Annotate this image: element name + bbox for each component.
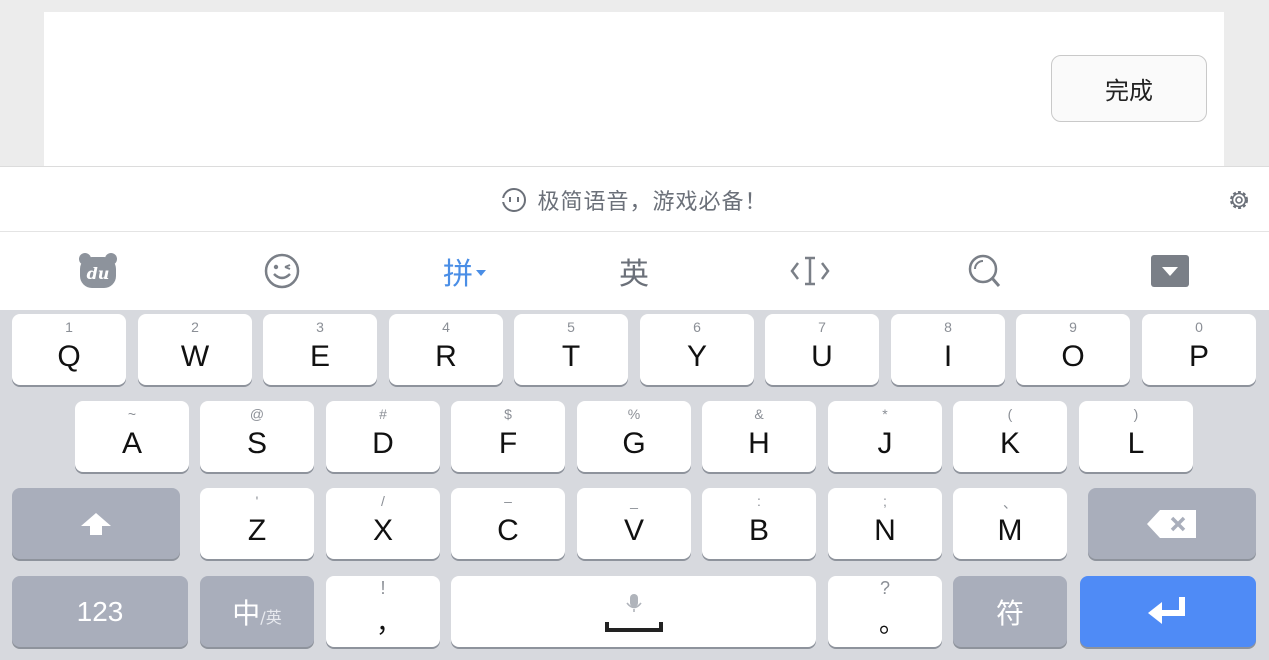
gear-icon[interactable] [1227, 188, 1251, 212]
emoji-icon [264, 253, 300, 289]
key-o[interactable]: 9O [1016, 314, 1130, 385]
key-z[interactable]: ' Z [200, 488, 314, 559]
key-t[interactable]: 5T [514, 314, 628, 385]
emoji-button[interactable] [250, 232, 314, 310]
hide-keyboard-button[interactable] [1140, 232, 1200, 310]
key-r[interactable]: 4R [389, 314, 503, 385]
enter-key[interactable] [1080, 576, 1256, 647]
input-panel [44, 12, 1224, 166]
return-arrow-icon [1148, 596, 1185, 624]
key-q[interactable]: 1Q [12, 314, 126, 385]
key-e[interactable]: 3E [263, 314, 377, 385]
backspace-key[interactable] [1088, 488, 1256, 559]
symbols-key[interactable]: 符 [953, 576, 1067, 647]
space-mic-icon [604, 593, 663, 632]
backspace-icon [1147, 509, 1196, 538]
key-g[interactable]: % G [577, 401, 691, 472]
key-v[interactable]: _ V [577, 488, 691, 559]
key-x[interactable]: / X [326, 488, 440, 559]
english-label: 英 [619, 257, 649, 292]
key-n[interactable]: ; N [828, 488, 942, 559]
pinyin-label: 拼 [443, 257, 473, 292]
key-h[interactable]: & H [702, 401, 816, 472]
hide-keyboard-icon [1151, 255, 1189, 287]
cursor-icon [790, 256, 830, 286]
shift-arrow-icon [81, 512, 111, 535]
period-key[interactable]: ?。 [828, 576, 942, 647]
cursor-button[interactable] [780, 232, 840, 310]
search-button[interactable] [955, 232, 1015, 310]
chevron-down-icon [476, 270, 486, 276]
screen: 完成 极简语音，游戏必备！ du 拼 英 1 Q 2 W 3 E 4 R 5 T… [0, 0, 1269, 660]
space-key[interactable] [451, 576, 816, 647]
language-toggle-key[interactable]: 中/英 [200, 576, 314, 647]
search-icon [968, 254, 1001, 287]
promo-banner[interactable]: 极简语音，游戏必备！ [0, 167, 1269, 233]
shift-key[interactable] [12, 488, 180, 559]
key-b[interactable]: :B [702, 488, 816, 559]
promo-text: 极简语音，游戏必备！ [537, 190, 768, 215]
voice-face-icon [501, 188, 527, 212]
key-k[interactable]: (K [953, 401, 1067, 472]
key-i[interactable]: 8I [891, 314, 1005, 385]
key-u[interactable]: 7U [765, 314, 879, 385]
key-f[interactable]: $ F [451, 401, 565, 472]
pinyin-mode-button[interactable]: 拼 [430, 232, 500, 310]
key-c[interactable]: – C [451, 488, 565, 559]
keyboard: 1Q 2W 3E 4R 5T 6Y 7U 8I 9O 0P ~ A @ S # D $… [0, 310, 1269, 660]
key-a[interactable]: ~ A [75, 401, 189, 472]
key-j[interactable]: * J [828, 401, 942, 472]
done-button[interactable]: 完成 [1051, 55, 1207, 122]
key-m[interactable]: 、 M [953, 488, 1067, 559]
comma-key[interactable]: !， [326, 576, 440, 647]
du-logo-button[interactable]: du [66, 232, 130, 310]
keyboard-toolbar: du 拼 英 [0, 232, 1269, 310]
key-y[interactable]: 6Y [640, 314, 754, 385]
key-w[interactable]: 2W [138, 314, 252, 385]
key-p[interactable]: 0P [1142, 314, 1256, 385]
du-logo-icon: du [79, 253, 117, 288]
numbers-key[interactable]: 123 [12, 576, 188, 647]
english-mode-button[interactable]: 英 [604, 232, 664, 310]
key-s[interactable]: @ S [200, 401, 314, 472]
key-d[interactable]: # D [326, 401, 440, 472]
svg-text:du: du [87, 264, 110, 283]
key-l[interactable]: ) L [1079, 401, 1193, 472]
suggestion-bar: 极简语音，游戏必备！ [0, 166, 1269, 232]
